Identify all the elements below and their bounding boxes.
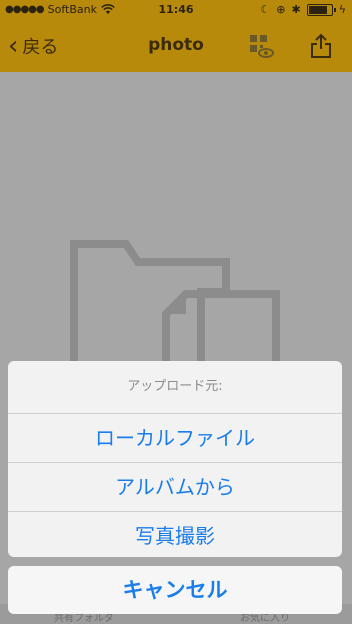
cancel-button[interactable]: キャンセル bbox=[8, 566, 342, 614]
bluetooth-icon: ✱ bbox=[291, 3, 301, 16]
nav-bar: ‹ 戻る photo bbox=[0, 20, 352, 72]
charging-icon: ϟ bbox=[338, 3, 346, 16]
action-sheet: アップロード元: ローカルファイル アルバムから 写真撮影 bbox=[8, 361, 342, 557]
qr-view-icon[interactable] bbox=[248, 33, 274, 59]
action-sheet-title: アップロード元: bbox=[8, 361, 342, 414]
local-file-option[interactable]: ローカルファイル bbox=[8, 414, 342, 463]
status-bar: ●●●●● SoftBank 11:46 ☾ ⊕ ✱ ϟ bbox=[0, 0, 352, 20]
from-album-option[interactable]: アルバムから bbox=[8, 463, 342, 512]
page-title: photo bbox=[148, 35, 204, 55]
share-icon[interactable] bbox=[308, 32, 334, 60]
take-photo-option[interactable]: 写真撮影 bbox=[8, 512, 342, 557]
rotation-lock-icon: ⊕ bbox=[276, 3, 286, 16]
battery-icon bbox=[306, 3, 336, 16]
status-right: ☾ ⊕ ✱ ϟ bbox=[260, 3, 346, 16]
moon-icon: ☾ bbox=[260, 3, 271, 16]
